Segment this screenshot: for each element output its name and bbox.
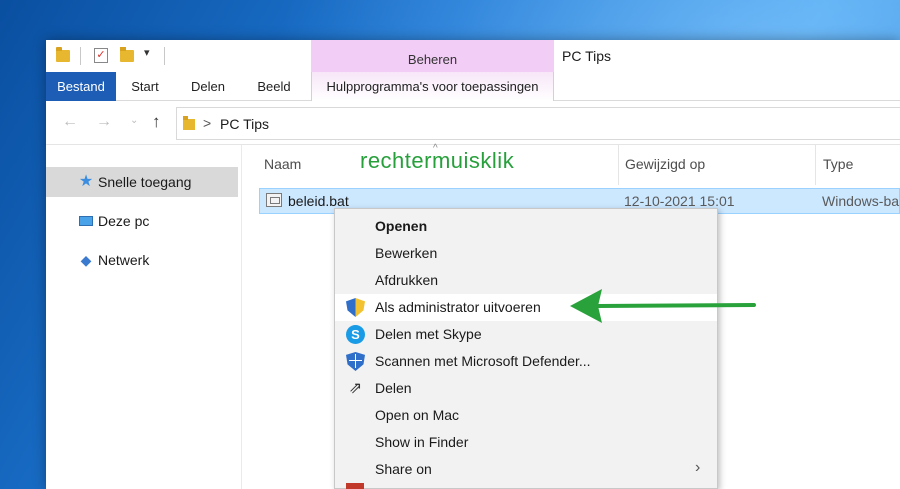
menu-item-label: Show in Finder [375,434,469,450]
nav-item-this-pc[interactable]: Deze pc [46,206,238,236]
back-arrow-icon[interactable]: ← [62,113,78,131]
breadcrumb-pc-tips[interactable]: PC Tips [220,116,269,132]
batch-file-icon [266,193,282,207]
menu-item-edit[interactable]: Bewerken [335,240,717,267]
menu-item-label: Delen [375,380,412,396]
submenu-chevron-icon: › [695,459,701,476]
menu-item-label: Delen met Skype [375,326,482,342]
quick-access-separator [80,47,81,65]
tab-view[interactable]: Beeld [254,72,294,101]
column-header-modified[interactable]: Gewijzigd op [625,145,705,185]
menu-item-label: Afdrukken [375,272,439,288]
quick-access-separator [164,47,165,65]
menu-item-open-on-mac[interactable]: Open on Mac [335,402,717,429]
breadcrumb-chevron-icon[interactable]: > [203,115,211,131]
network-icon: ◆ [80,252,92,268]
menu-item-label: Open on Mac [375,407,460,423]
menu-item-share-on[interactable]: Share on › [335,456,717,483]
new-folder-icon[interactable] [120,47,134,62]
address-field[interactable]: > PC Tips [176,107,900,140]
menu-item-label: Share on [375,461,432,477]
forward-arrow-icon[interactable]: → [96,113,112,131]
menu-item-scan-defender[interactable]: Scannen met Microsoft Defender... [335,348,717,375]
up-arrow-icon[interactable]: ↑ [152,112,161,132]
menu-item-show-in-finder[interactable]: Show in Finder [335,429,717,456]
menu-item-label: Als administrator uitvoeren [375,299,541,315]
nav-item-label: Snelle toegang [98,174,192,190]
computer-icon [78,213,94,229]
address-bar-row: ← → ⌄ ↑ > PC Tips [46,101,900,145]
file-modified: 12-10-2021 15:01 [624,193,735,209]
contextual-tab-group: Beheren [311,40,554,72]
column-divider[interactable] [815,145,816,185]
menu-item-label: Bewerken [375,245,438,261]
defender-icon [346,352,365,371]
column-divider[interactable] [618,145,619,185]
tab-share[interactable]: Delen [188,72,228,101]
tab-start[interactable]: Start [126,72,164,101]
column-header-name[interactable]: Naam [264,145,301,185]
uac-shield-icon [346,298,365,317]
tab-file[interactable]: Bestand [46,72,116,101]
folder-icon [183,116,195,130]
nav-item-quick-access[interactable]: ★ Snelle toegang [46,167,238,197]
star-icon: ★ [78,173,94,190]
menu-item-open[interactable]: Openen [335,213,717,240]
menu-item-label: Scannen met Microsoft Defender... [375,353,591,369]
annotation-arrow-icon [570,289,756,323]
properties-icon[interactable]: ✓ [94,48,108,63]
skype-icon: S [346,325,365,344]
window-title: PC Tips [562,48,612,64]
column-header-type[interactable]: Type [823,145,853,185]
navigation-pane: ★ Snelle toegang Deze pc ◆ Netwerk [46,145,242,489]
partial-menu-icon [346,483,364,489]
tab-application-tools[interactable]: Hulpprogramma's voor toepassingen [311,72,554,101]
share-icon: ⇗ [348,380,363,397]
ribbon-tabs: Bestand Start Delen Beeld Hulpprogramma'… [46,72,900,101]
recent-locations-chevron-icon[interactable]: ⌄ [130,115,138,126]
menu-item-label: Openen [375,218,428,234]
context-menu: Openen Bewerken Afdrukken Als administra… [334,208,718,489]
title-bar: ✓ ▾ Beheren PC Tips [46,40,900,72]
nav-item-network[interactable]: ◆ Netwerk [46,245,238,275]
customize-quick-access-button[interactable]: ▾ [144,46,150,64]
menu-item-share[interactable]: ⇗ Delen [335,375,717,402]
nav-item-label: Deze pc [98,213,150,229]
folder-icon[interactable] [56,47,70,62]
file-type: Windows-ba [822,193,900,209]
file-name[interactable]: beleid.bat [288,193,349,209]
annotation-right-click: rechtermuisklik [360,148,515,173]
nav-item-label: Netwerk [98,252,150,268]
